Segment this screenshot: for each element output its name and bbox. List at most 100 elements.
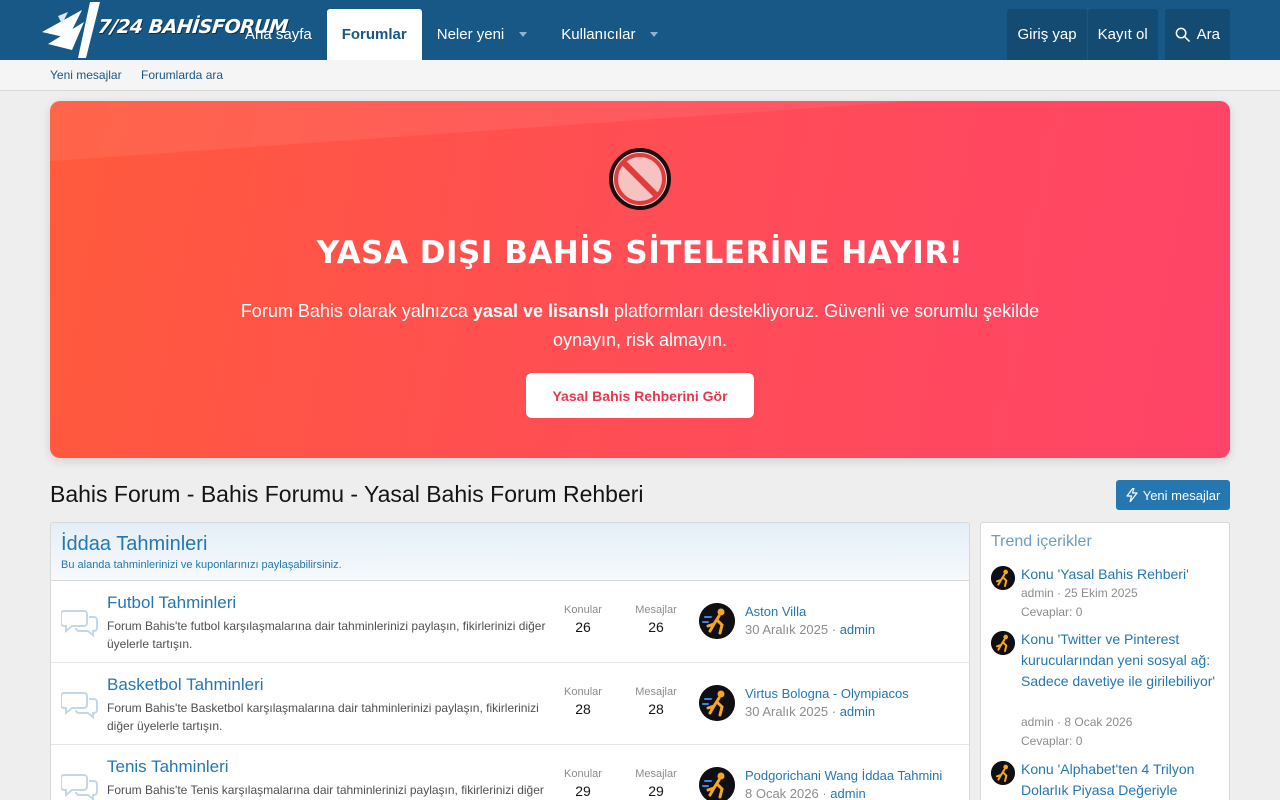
banner-text-part: platformları destekliyoruz. Güvenli ve s… xyxy=(552,301,1040,350)
new-posts-link[interactable]: Yeni mesajlar xyxy=(50,68,122,82)
last-post-title[interactable]: Virtus Bologna - Olympiacos xyxy=(745,686,909,701)
posts-stat: Mesajlar 29 xyxy=(621,768,691,799)
trend-title[interactable]: Konu 'Alphabet'ten 4 Trilyon Dolarlık Pi… xyxy=(1021,759,1223,800)
forum-chat-icon xyxy=(61,692,98,719)
trend-replies: Cevaplar: 0 xyxy=(1021,605,1083,619)
nav-tab-label: Ana sayfa xyxy=(245,26,312,43)
trending-sidebar: Trend içerikler Konu 'Yasal Bahis Rehber… xyxy=(980,522,1230,800)
threads-count: 29 xyxy=(575,783,591,799)
forum-node: Futbol Tahminleri Forum Bahis'te futbol … xyxy=(51,581,969,663)
threads-label: Konular xyxy=(564,686,602,698)
nav-tab-label: Neler yeni xyxy=(436,26,505,43)
forum-node: Basketbol Tahminleri Forum Bahis'te Bask… xyxy=(51,663,969,745)
lightning-icon xyxy=(1126,488,1138,502)
search-button[interactable]: Ara xyxy=(1164,9,1230,60)
posts-count: 29 xyxy=(648,783,664,799)
trend-item: Konu 'Alphabet'ten 4 Trilyon Dolarlık Pi… xyxy=(991,759,1223,800)
last-post-user[interactable]: admin xyxy=(840,704,875,719)
threads-label: Konular xyxy=(564,768,602,780)
posts-label: Mesajlar xyxy=(635,604,677,616)
runner-avatar-icon xyxy=(699,685,735,721)
trend-item: Konu 'Twitter ve Pinterest kurucularında… xyxy=(991,629,1223,754)
category-header: İddaa Tahminleri Bu alanda tahminleriniz… xyxy=(51,523,969,581)
avatar[interactable] xyxy=(991,761,1015,785)
main-nav: Ana sayfa Forumlar Neler yeni Kullanıcıl… xyxy=(230,9,677,60)
account-buttons: Giriş yap Kayıt ol Ara xyxy=(1007,9,1230,60)
forum-description: Forum Bahis'te futbol karşılaşmalarına d… xyxy=(107,619,546,651)
prohibited-icon xyxy=(609,148,671,210)
search-icon xyxy=(1175,27,1190,42)
posts-label: Mesajlar xyxy=(635,686,677,698)
trend-item: Konu 'Yasal Bahis Rehberi' admin · 25 Ek… xyxy=(991,564,1223,624)
avatar[interactable] xyxy=(699,685,735,721)
sub-nav: Yeni mesajlar Forumlarda ara xyxy=(0,60,1280,91)
sidebar-title: Trend içerikler xyxy=(991,533,1092,550)
trend-title[interactable]: Konu 'Twitter ve Pinterest kurucularında… xyxy=(1021,629,1223,692)
last-post-date[interactable]: 8 Ocak 2026 xyxy=(745,786,819,800)
login-button[interactable]: Giriş yap xyxy=(1007,9,1087,60)
last-post-date[interactable]: 30 Aralık 2025 xyxy=(745,704,828,719)
forum-description: Forum Bahis'te Basketbol karşılaşmaların… xyxy=(107,701,539,733)
search-forums-link[interactable]: Forumlarda ara xyxy=(141,68,223,82)
threads-stat: Konular 29 xyxy=(548,768,618,799)
posts-count: 28 xyxy=(648,701,664,717)
threads-label: Konular xyxy=(564,604,602,616)
nav-tab-label: Kullanıcılar xyxy=(561,26,636,43)
nav-tab-label: Forumlar xyxy=(341,26,407,43)
nav-tab-whats-new[interactable]: Neler yeni xyxy=(422,9,547,60)
last-post-user[interactable]: admin xyxy=(840,622,875,637)
search-label: Ara xyxy=(1196,26,1220,43)
trend-title[interactable]: Konu 'Yasal Bahis Rehberi' xyxy=(1021,564,1223,585)
runner-avatar-icon xyxy=(699,767,735,800)
runner-avatar-icon xyxy=(991,761,1015,785)
warning-banner: YASA DIŞI BAHİS SİTELERİNE HAYIR! Forum … xyxy=(50,101,1230,458)
category-description: Bu alanda tahminlerinizi ve kuponlarınız… xyxy=(61,559,342,571)
chevron-down-icon[interactable] xyxy=(519,32,528,37)
last-post-user[interactable]: admin xyxy=(830,786,865,800)
nav-tab-forums[interactable]: Forumlar xyxy=(326,9,422,60)
posts-label: Mesajlar xyxy=(635,768,677,780)
last-post-title[interactable]: Podgorichani Wang İddaa Tahmini xyxy=(745,768,942,783)
trend-replies: Cevaplar: 0 xyxy=(1021,734,1083,748)
last-post-title[interactable]: Aston Villa xyxy=(745,604,806,619)
page-title: Bahis Forum - Bahis Forumu - Yasal Bahis… xyxy=(50,481,644,507)
forum-chat-icon xyxy=(61,774,98,800)
site-logo[interactable]: 7/24 BAHİSFORUM xyxy=(38,2,289,58)
forum-node: Tenis Tahminleri Forum Bahis'te Tenis ka… xyxy=(51,745,969,800)
new-posts-button-label: Yeni mesajlar xyxy=(1142,487,1221,503)
avatar[interactable] xyxy=(699,767,735,800)
forum-title[interactable]: Basketbol Tahminleri xyxy=(107,675,264,695)
trend-meta: admin · 25 Ekim 2025 xyxy=(1021,586,1138,600)
top-header: 7/24 BAHİSFORUM Ana sayfa Forumlar Neler… xyxy=(0,0,1280,60)
forum-title[interactable]: Futbol Tahminleri xyxy=(107,593,236,613)
forum-chat-icon xyxy=(61,610,98,637)
threads-count: 26 xyxy=(575,619,591,635)
last-post-date[interactable]: 30 Aralık 2025 xyxy=(745,622,828,637)
trend-meta: admin · 8 Ocak 2026 xyxy=(1021,715,1133,729)
nav-tab-members[interactable]: Kullanıcılar xyxy=(546,9,677,60)
nav-tab-home[interactable]: Ana sayfa xyxy=(230,9,327,60)
avatar[interactable] xyxy=(991,631,1015,655)
new-posts-button[interactable]: Yeni mesajlar xyxy=(1116,480,1230,510)
last-post-meta: 30 Aralık 2025 · admin xyxy=(745,622,876,637)
runner-avatar-icon xyxy=(991,631,1015,655)
forum-category-block: İddaa Tahminleri Bu alanda tahminleriniz… xyxy=(50,522,970,800)
avatar[interactable] xyxy=(991,566,1015,590)
posts-count: 26 xyxy=(648,619,664,635)
last-post-meta: 30 Aralık 2025 · admin xyxy=(745,704,876,719)
posts-stat: Mesajlar 26 xyxy=(621,604,691,635)
banner-text-bold: yasal ve lisanslı xyxy=(472,301,610,321)
avatar[interactable] xyxy=(699,603,735,639)
register-button[interactable]: Kayıt ol xyxy=(1087,9,1158,60)
chevron-down-icon[interactable] xyxy=(650,32,659,37)
posts-stat: Mesajlar 28 xyxy=(621,686,691,717)
legal-guide-button[interactable]: Yasal Bahis Rehberini Gör xyxy=(526,373,754,418)
category-title[interactable]: İddaa Tahminleri xyxy=(61,533,959,556)
threads-count: 28 xyxy=(575,701,591,717)
forum-description: Forum Bahis'te Tenis karşılaşmalarına da… xyxy=(107,783,544,797)
banner-title: YASA DIŞI BAHİS SİTELERİNE HAYIR! xyxy=(316,235,964,271)
banner-decoration xyxy=(50,101,933,163)
forum-title[interactable]: Tenis Tahminleri xyxy=(107,757,229,777)
threads-stat: Konular 26 xyxy=(548,604,618,635)
banner-text: Forum Bahis olarak yalnızca yasal ve lis… xyxy=(240,297,1040,355)
